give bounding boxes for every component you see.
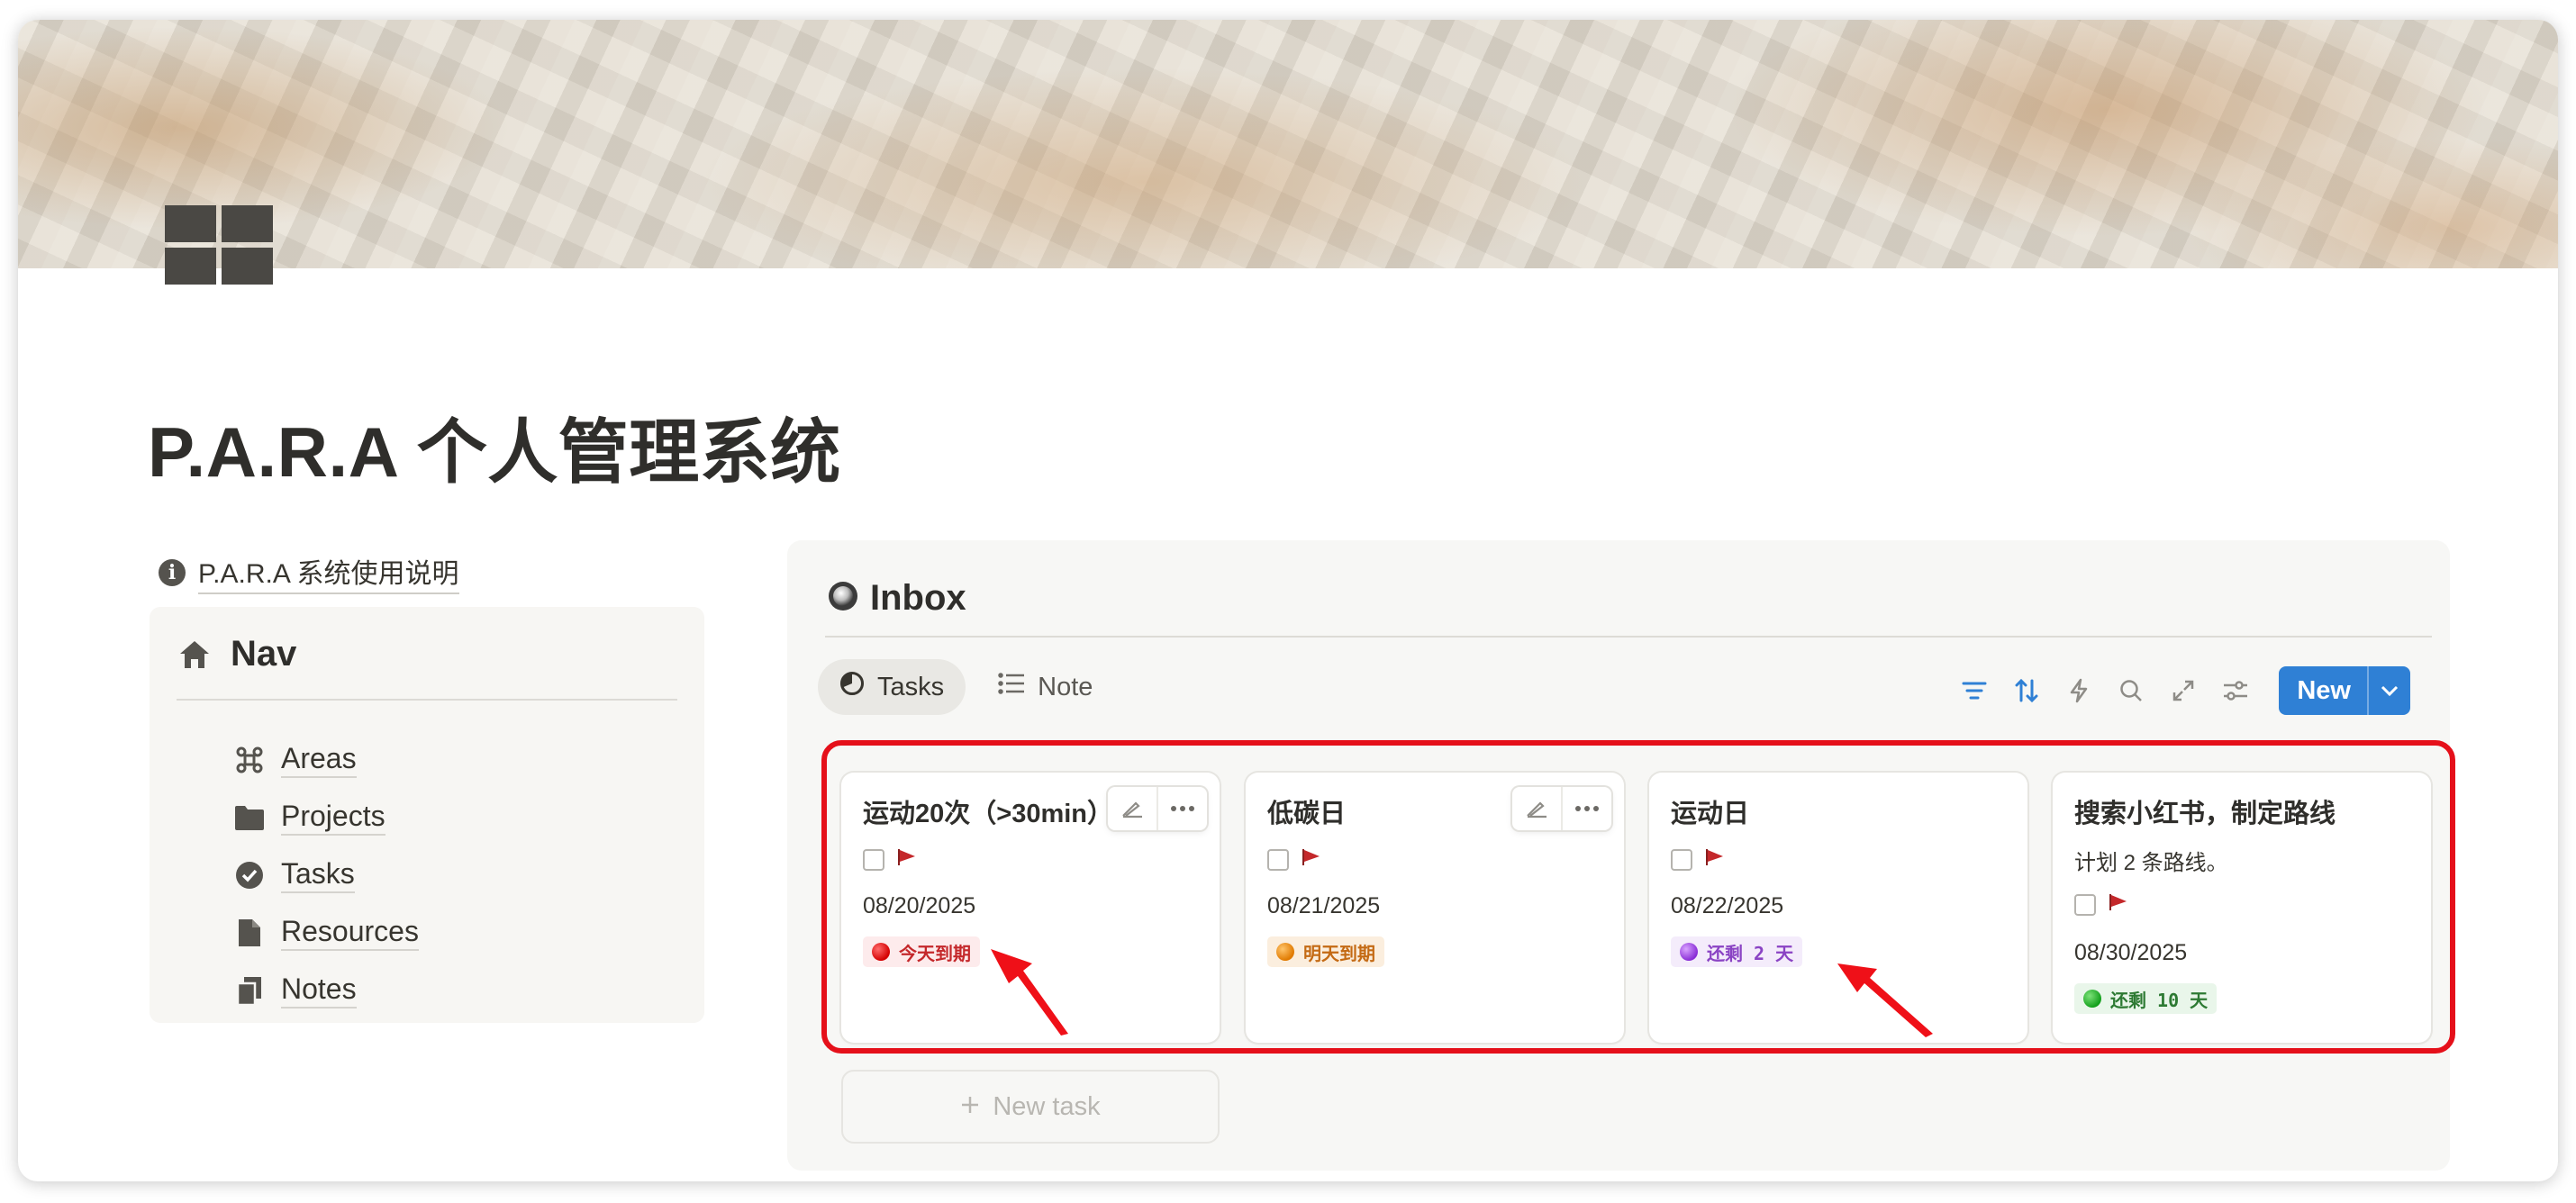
nav-item-areas[interactable]: Areas <box>234 731 419 789</box>
guide-link-label[interactable]: P.A.R.A 系统使用说明 <box>198 551 459 594</box>
nav-item-label[interactable]: Notes <box>281 972 357 1009</box>
inbox-sphere-icon <box>827 580 859 617</box>
nav-item-label[interactable]: Projects <box>281 800 385 836</box>
info-icon: i <box>159 559 186 586</box>
nav-item-projects[interactable]: Projects <box>234 789 419 846</box>
divider <box>825 636 2432 638</box>
home-icon <box>178 639 211 670</box>
folder-icon <box>234 802 265 833</box>
view-tabs: Tasks Note <box>818 659 1114 715</box>
new-button-label[interactable]: New <box>2279 666 2367 715</box>
document-icon <box>234 918 265 948</box>
settings-icon[interactable] <box>2216 671 2255 710</box>
chevron-down-icon[interactable] <box>2367 666 2410 715</box>
nav-item-resources[interactable]: Resources <box>234 904 419 962</box>
inbox-heading[interactable]: Inbox <box>870 578 966 619</box>
nav-item-tasks[interactable]: Tasks <box>234 846 419 904</box>
nav-header: Nav <box>178 634 296 674</box>
grid-icon[interactable] <box>165 205 273 285</box>
copy-icon <box>234 975 265 1006</box>
check-circle-icon <box>234 860 265 891</box>
sort-icon[interactable] <box>2007 671 2046 710</box>
search-icon[interactable] <box>2111 671 2151 710</box>
nav-heading: Nav <box>231 634 297 674</box>
nav-item-label[interactable]: Tasks <box>281 857 355 893</box>
divider <box>177 699 677 701</box>
inbox-header: Inbox <box>827 578 966 619</box>
new-task-button[interactable]: New task <box>841 1070 1220 1144</box>
tab-label: Tasks <box>877 672 945 701</box>
nav-callout: Nav Areas Projects Tasks Resources Notes <box>150 607 704 1023</box>
lightning-icon[interactable] <box>2059 671 2099 710</box>
nav-item-notes[interactable]: Notes <box>234 962 419 1019</box>
arrow-annotation-icon <box>1837 963 1933 1037</box>
nav-list: Areas Projects Tasks Resources Notes <box>234 731 419 1019</box>
nav-item-label[interactable]: Resources <box>281 915 419 951</box>
new-task-label[interactable]: New task <box>993 1092 1100 1122</box>
tab-note[interactable]: Note <box>976 659 1114 715</box>
page-title[interactable]: P.A.R.A 个人管理系统 <box>148 396 841 497</box>
list-icon <box>998 672 1025 702</box>
cover-image[interactable] <box>18 20 2558 268</box>
tab-label: Note <box>1038 672 1093 701</box>
filter-icon[interactable] <box>1955 671 1994 710</box>
command-icon <box>234 745 265 775</box>
database-toolbar: New <box>1955 666 2410 715</box>
arrow-annotation-icon <box>991 949 1068 1036</box>
guide-link[interactable]: i P.A.R.A 系统使用说明 <box>159 551 459 594</box>
plus-icon <box>960 1092 980 1122</box>
nav-item-label[interactable]: Areas <box>281 742 357 778</box>
new-button[interactable]: New <box>2279 666 2410 715</box>
expand-icon[interactable] <box>2163 671 2203 710</box>
pie-chart-icon <box>839 671 865 703</box>
tab-tasks[interactable]: Tasks <box>818 659 966 715</box>
